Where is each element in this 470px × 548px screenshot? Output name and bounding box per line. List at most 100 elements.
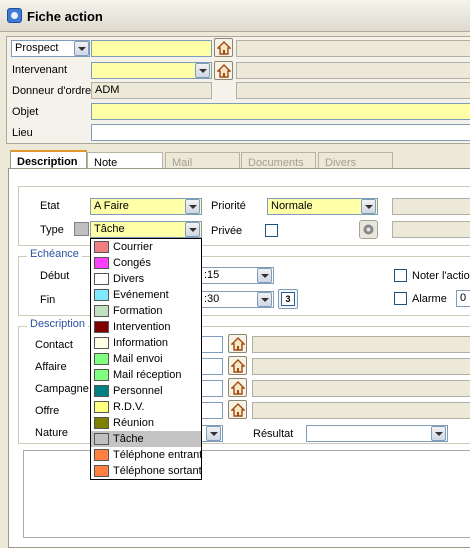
type-color-swatch bbox=[94, 353, 109, 365]
debut-time-dropdown-button[interactable] bbox=[257, 268, 272, 283]
type-extra-field bbox=[392, 221, 470, 238]
home-icon bbox=[231, 403, 245, 417]
type-option-label: Mail réception bbox=[113, 369, 182, 381]
intervenant-name-field bbox=[236, 62, 470, 79]
type-option[interactable]: Information bbox=[91, 335, 201, 351]
type-option-label: Evénement bbox=[113, 289, 169, 301]
alarme-checkbox[interactable] bbox=[394, 292, 407, 305]
type-option[interactable]: Mail réception bbox=[91, 367, 201, 383]
offre-name-field bbox=[252, 402, 470, 419]
lieu-field[interactable] bbox=[91, 124, 470, 141]
offre-open-button[interactable] bbox=[228, 400, 247, 419]
prospect-dropdown-button[interactable] bbox=[74, 41, 89, 56]
type-option-label: Personnel bbox=[113, 385, 163, 397]
type-color-swatch bbox=[94, 273, 109, 285]
type-color-swatch bbox=[94, 433, 109, 445]
etat-label: Etat bbox=[40, 200, 60, 212]
prospect-field[interactable] bbox=[91, 40, 212, 57]
type-option-label: Réunion bbox=[113, 417, 154, 429]
campagne-field[interactable] bbox=[200, 380, 223, 397]
etat-dropdown-button[interactable] bbox=[185, 199, 200, 214]
noter-label: Noter l'action bbox=[412, 270, 470, 282]
type-option-label: Information bbox=[113, 337, 169, 349]
type-option[interactable]: Tâche bbox=[91, 431, 201, 447]
contact-open-button[interactable] bbox=[228, 334, 247, 353]
type-option-label: Mail envoi bbox=[113, 353, 163, 365]
affaire-field[interactable] bbox=[200, 358, 223, 375]
type-option[interactable]: Personnel bbox=[91, 383, 201, 399]
type-option[interactable]: Mail envoi bbox=[91, 351, 201, 367]
type-option-label: R.D.V. bbox=[113, 401, 145, 413]
fin-label: Fin bbox=[40, 294, 56, 306]
type-option[interactable]: Intervention bbox=[91, 319, 201, 335]
prospect-select-value: Prospect bbox=[15, 42, 59, 54]
home-icon bbox=[231, 359, 245, 373]
type-option-label: Téléphone sortant bbox=[113, 465, 202, 477]
window-title: Fiche action bbox=[27, 9, 103, 24]
noter-checkbox[interactable] bbox=[394, 269, 407, 282]
title-bar: Fiche action bbox=[0, 0, 470, 32]
type-option[interactable]: Téléphone sortant bbox=[91, 463, 202, 479]
type-option-label: Tâche bbox=[113, 433, 144, 445]
type-option-label: Intervention bbox=[113, 321, 171, 333]
type-color-swatch bbox=[94, 401, 109, 413]
privee-checkbox[interactable] bbox=[265, 224, 278, 237]
donneur-name-field bbox=[236, 82, 470, 99]
nature-dropdown-button[interactable] bbox=[206, 426, 221, 441]
fin-time-dropdown-button[interactable] bbox=[257, 292, 272, 307]
intervenant-field[interactable] bbox=[91, 62, 212, 79]
type-dropdown-button[interactable] bbox=[185, 222, 200, 237]
priorite-label: Priorité bbox=[211, 200, 246, 212]
type-option[interactable]: Téléphone entrant bbox=[91, 447, 203, 463]
priorite-extra-field bbox=[392, 198, 470, 215]
type-color-swatch bbox=[74, 222, 89, 236]
donneur-field: ADM bbox=[91, 82, 212, 99]
campagne-label: Campagne bbox=[35, 383, 89, 395]
contact-field[interactable] bbox=[200, 336, 223, 353]
home-icon bbox=[231, 337, 245, 351]
type-color-swatch bbox=[94, 449, 109, 461]
contact-name-field bbox=[252, 336, 470, 353]
campagne-name-field bbox=[252, 380, 470, 397]
home-icon bbox=[217, 64, 231, 78]
resultat-dropdown-button[interactable] bbox=[431, 426, 446, 441]
type-option[interactable]: Congés bbox=[91, 255, 201, 271]
type-option-label: Téléphone entrant bbox=[113, 449, 203, 461]
offre-field[interactable] bbox=[200, 402, 223, 419]
type-option[interactable]: Réunion bbox=[91, 415, 201, 431]
home-icon bbox=[231, 381, 245, 395]
priorite-dropdown-button[interactable] bbox=[361, 199, 376, 214]
type-option[interactable]: Divers bbox=[91, 271, 201, 287]
type-option[interactable]: Courrier bbox=[91, 239, 201, 255]
affaire-open-button[interactable] bbox=[228, 356, 247, 375]
gear-icon bbox=[363, 224, 374, 235]
type-option-label: Divers bbox=[113, 273, 145, 285]
campagne-open-button[interactable] bbox=[228, 378, 247, 397]
echeance-title: Echéance bbox=[27, 248, 82, 260]
intervenant-open-button[interactable] bbox=[214, 61, 233, 80]
alarme-label: Alarme bbox=[412, 293, 447, 305]
type-color-swatch bbox=[94, 257, 109, 269]
resultat-select[interactable] bbox=[306, 425, 448, 442]
offre-label: Offre bbox=[35, 405, 60, 417]
objet-label: Objet bbox=[12, 106, 39, 118]
alarme-field[interactable]: 0 bbox=[456, 290, 470, 307]
type-color-swatch bbox=[94, 369, 109, 381]
type-option[interactable]: R.D.V. bbox=[91, 399, 201, 415]
intervenant-dropdown-button[interactable] bbox=[195, 63, 210, 78]
nature-label: Nature bbox=[35, 427, 69, 439]
type-color-swatch bbox=[94, 321, 109, 333]
prospect-name-field bbox=[236, 40, 470, 57]
home-icon bbox=[217, 41, 231, 55]
prospect-open-button[interactable] bbox=[214, 38, 233, 57]
type-dropdown-list[interactable]: Courrier Congés Divers Evénement Formation In… bbox=[90, 238, 202, 480]
type-option-label: Courrier bbox=[113, 241, 153, 253]
type-option[interactable]: Evénement bbox=[91, 287, 201, 303]
privee-label: Privée bbox=[211, 225, 243, 237]
type-option[interactable]: Formation bbox=[91, 303, 201, 319]
type-color-swatch bbox=[94, 289, 109, 301]
calendar-button[interactable]: 3 bbox=[278, 289, 298, 309]
objet-field[interactable] bbox=[91, 103, 470, 120]
settings-button[interactable] bbox=[359, 220, 378, 239]
type-option-label: Congés bbox=[113, 257, 151, 269]
